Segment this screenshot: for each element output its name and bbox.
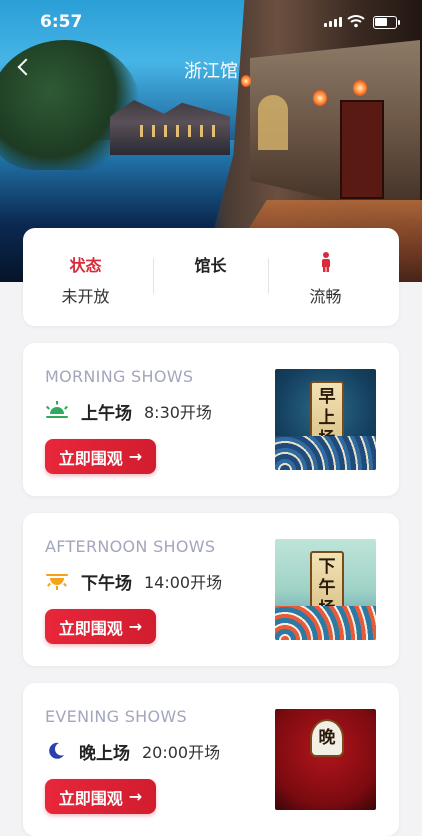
person-icon xyxy=(321,252,331,272)
show-time: 8:30开场 xyxy=(144,403,212,422)
show-poster-evening[interactable]: 晚 xyxy=(275,709,376,810)
status-label: 状态 xyxy=(69,256,102,275)
watch-now-button[interactable]: 立即围观 → xyxy=(45,779,156,814)
watch-now-label: 立即围观 xyxy=(58,788,123,808)
arrow-right-icon: → xyxy=(128,617,143,636)
status-value: 未开放 xyxy=(61,287,110,306)
show-title-en: MORNING SHOWS xyxy=(45,367,194,386)
show-card-morning: MORNING SHOWS 上午场 8:30开场 立即围观 → 早上场 xyxy=(23,343,399,496)
sunset-icon xyxy=(46,574,68,590)
page-title: 浙江馆 xyxy=(184,61,238,82)
show-poster-morning[interactable]: 早上场 xyxy=(275,369,376,470)
show-poster-afternoon[interactable]: 下午场 xyxy=(275,539,376,640)
moon-icon xyxy=(49,742,64,759)
arrow-right-icon: → xyxy=(128,447,143,466)
arrow-right-icon: → xyxy=(128,787,143,806)
show-title-en: EVENING SHOWS xyxy=(45,707,187,726)
cellular-signal-icon xyxy=(324,17,342,27)
watch-now-label: 立即围观 xyxy=(58,618,123,638)
pavilion-info-card: 状态 未开放 馆长 流畅 xyxy=(23,228,399,326)
status-bar: 6:57 xyxy=(0,0,422,46)
curator-column[interactable]: 馆长 xyxy=(148,228,273,326)
curator-label: 馆长 xyxy=(194,256,227,275)
watch-now-label: 立即围观 xyxy=(58,448,123,468)
crowd-flow-value: 流畅 xyxy=(309,287,342,306)
show-title-zh: 下午场 xyxy=(81,573,132,594)
status-time: 6:57 xyxy=(40,12,83,32)
status-column: 状态 未开放 xyxy=(23,228,148,326)
wifi-icon xyxy=(347,15,365,28)
show-title-zh: 晚上场 xyxy=(79,743,130,764)
show-time: 14:00开场 xyxy=(144,573,223,592)
watch-now-button[interactable]: 立即围观 → xyxy=(45,439,156,474)
battery-icon xyxy=(373,16,400,29)
crowd-column: 流畅 xyxy=(263,228,388,326)
show-time: 20:00开场 xyxy=(142,743,221,762)
show-card-afternoon: AFTERNOON SHOWS 下午场 14:00开场 立即围观 → 下午场 xyxy=(23,513,399,666)
show-title-zh: 上午场 xyxy=(81,403,132,424)
show-title-en: AFTERNOON SHOWS xyxy=(45,537,216,556)
poster-text: 晚 xyxy=(310,719,344,757)
sunrise-icon xyxy=(46,401,68,418)
watch-now-button[interactable]: 立即围观 → xyxy=(45,609,156,644)
show-card-evening: EVENING SHOWS 晚上场 20:00开场 立即围观 → 晚 xyxy=(23,683,399,836)
